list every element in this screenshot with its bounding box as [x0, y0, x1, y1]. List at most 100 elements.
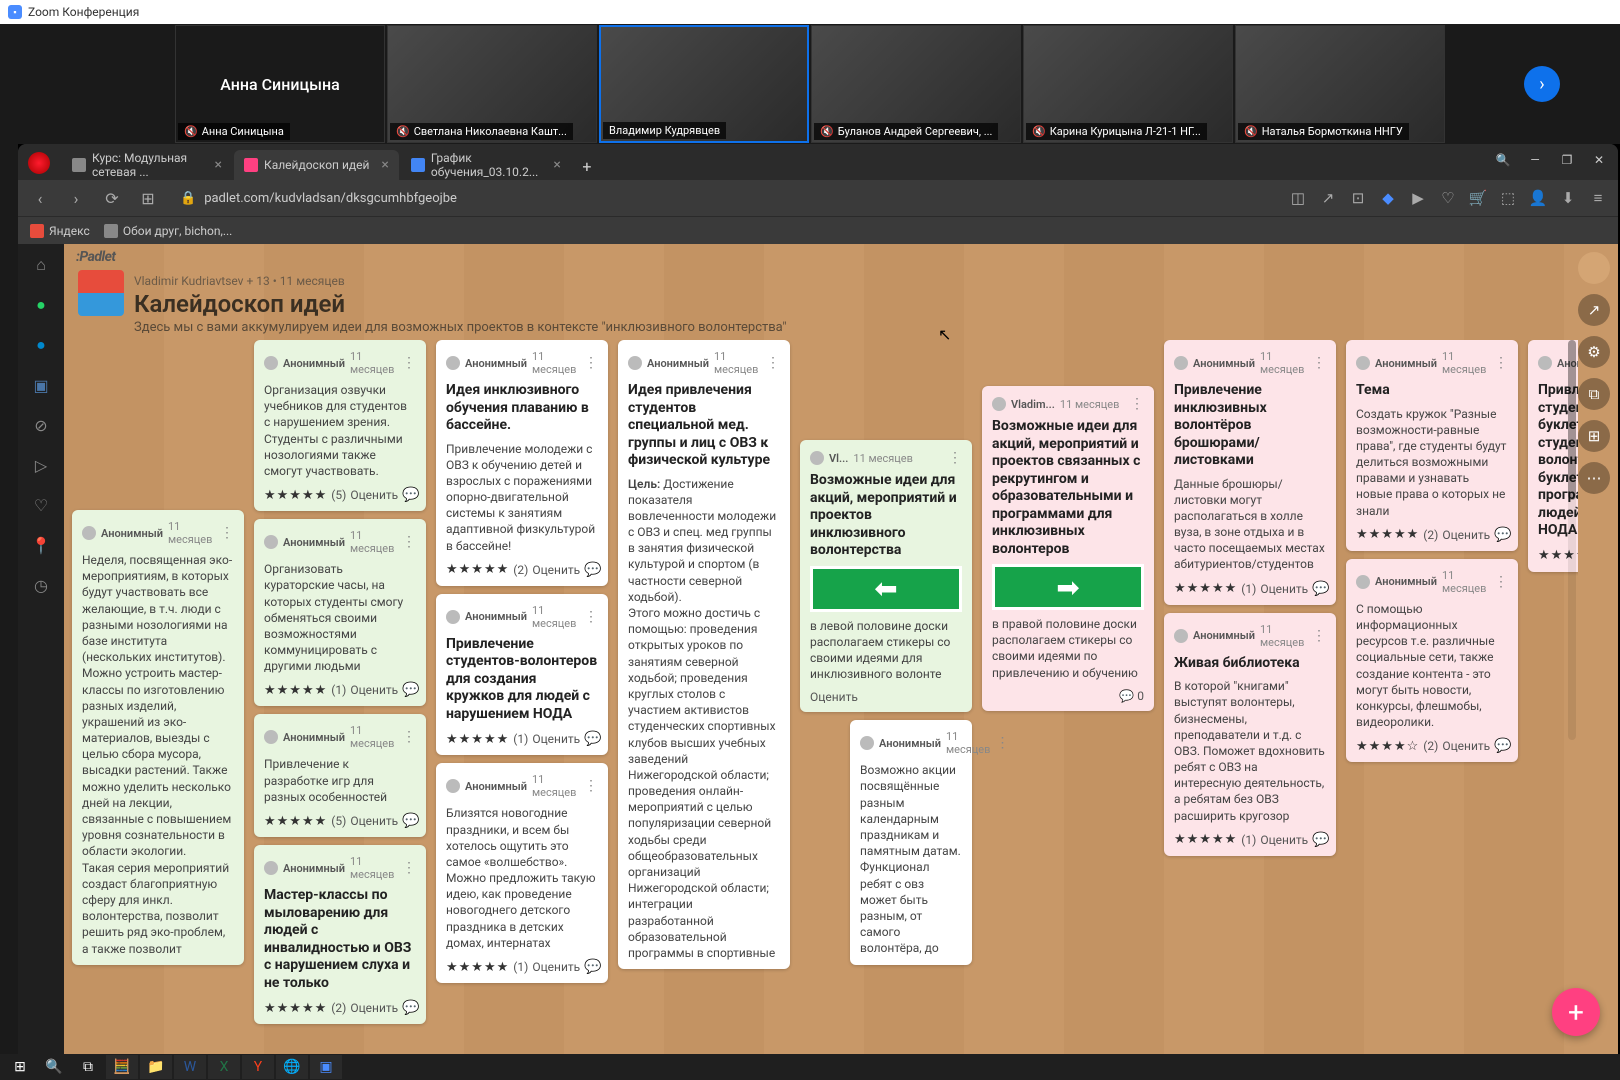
download-icon[interactable]: ⬇: [1558, 189, 1578, 207]
gallery-next-button[interactable]: ›: [1524, 66, 1560, 102]
taskbar-app-explorer[interactable]: 📁: [140, 1055, 172, 1079]
browser-tab[interactable]: График обучения_03.10.2...×: [401, 150, 571, 180]
profile-icon[interactable]: 👤: [1528, 189, 1548, 207]
apps-icon[interactable]: ⊞: [1578, 420, 1610, 452]
comment-icon[interactable]: 💬: [402, 487, 419, 503]
window-close-button[interactable]: ✕: [1584, 148, 1614, 172]
participant-tile[interactable]: 🔇Буланов Андрей Сергеевич, ...: [811, 25, 1021, 143]
card-more-icon[interactable]: ⋮: [1312, 628, 1326, 644]
comment-icon[interactable]: 💬: [584, 959, 601, 975]
taskbar-app-zoom[interactable]: ▣: [310, 1055, 342, 1079]
share-icon[interactable]: ↗: [1318, 189, 1338, 207]
card-rating[interactable]: ★★★★★(2) Оценить💬: [1356, 527, 1508, 543]
card-more-icon[interactable]: ⋮: [1494, 355, 1508, 371]
card-rating[interactable]: ★★★★★(5) Оценить💬: [264, 813, 416, 829]
nav-reload-button[interactable]: ⟳: [100, 186, 124, 210]
participant-tile[interactable]: 🔇Светлана Николаевна Кашт...: [387, 25, 597, 143]
menu-icon[interactable]: ≡: [1588, 189, 1608, 207]
comment-icon[interactable]: 💬: [584, 731, 601, 747]
new-tab-button[interactable]: +: [573, 152, 601, 180]
player-icon[interactable]: ▶: [1408, 189, 1428, 207]
sidebar-vk-icon[interactable]: ▣: [30, 374, 52, 396]
comment-icon[interactable]: 💬: [1494, 527, 1511, 543]
window-search-icon[interactable]: 🔍: [1488, 148, 1518, 172]
window-maximize-button[interactable]: ❐: [1552, 148, 1582, 172]
card-more-icon[interactable]: ⋮: [402, 355, 416, 371]
url-bar[interactable]: 🔒 padlet.com/kudvladsan/dksgcumhbfgeojbe: [172, 191, 1276, 206]
comment-icon[interactable]: 💬: [402, 1000, 419, 1016]
nav-forward-button[interactable]: ›: [64, 186, 88, 210]
sidebar-home-icon[interactable]: ⌂: [30, 254, 52, 276]
card-rating[interactable]: ★★★★★(1) Оценить💬: [1174, 832, 1326, 848]
padlet-board[interactable]: Анонимный 11 месяцев⋮Неделя, посвященная…: [64, 340, 1578, 1054]
padlet-card[interactable]: Vl... 11 месяцев⋮Возможные идеи для акци…: [800, 440, 972, 712]
card-more-icon[interactable]: ⋮: [1130, 396, 1144, 412]
padlet-card[interactable]: Анонимный 11 месяцев⋮Организовать курато…: [254, 519, 426, 706]
cart-icon[interactable]: 🛒: [1468, 189, 1488, 207]
card-rating[interactable]: Оценить: [810, 690, 962, 704]
padlet-logo[interactable]: :Padlet: [76, 249, 116, 265]
bookmark-item[interactable]: Яндекс: [30, 224, 90, 238]
taskbar-app-word[interactable]: W: [174, 1055, 206, 1079]
padlet-card[interactable]: Анонимный 11 месяцев⋮Возможно акции посв…: [850, 720, 972, 964]
sidebar-pin-icon[interactable]: 📍: [30, 534, 52, 556]
taskbar-search-icon[interactable]: 🔍: [38, 1055, 70, 1079]
comment-icon[interactable]: 💬: [402, 813, 419, 829]
card-rating[interactable]: ★★★★★(1) Оценить💬: [264, 682, 416, 698]
card-more-icon[interactable]: ⋮: [402, 860, 416, 876]
sidebar-toggle-icon[interactable]: ◫: [1288, 189, 1308, 207]
padlet-card[interactable]: Анонимный 11 месяцев⋮Неделя, посвященная…: [72, 510, 244, 965]
more-icon[interactable]: ⋯: [1578, 462, 1610, 494]
card-more-icon[interactable]: ⋮: [584, 778, 598, 794]
tab-close-icon[interactable]: ×: [381, 157, 388, 173]
browser-tab[interactable]: Калейдоскоп идей×: [234, 150, 399, 180]
card-rating[interactable]: ★★★★★(1) Оценить💬: [446, 959, 598, 975]
tab-close-icon[interactable]: ×: [553, 157, 560, 173]
card-more-icon[interactable]: ⋮: [995, 735, 1009, 751]
comment-icon[interactable]: 💬: [402, 682, 419, 698]
taskbar-app-misc[interactable]: 🌐: [276, 1055, 308, 1079]
participant-tile[interactable]: 🔇Наталья Бормоткина ННГУ: [1235, 25, 1445, 143]
card-rating[interactable]: ★★★★★(1) Оценить💬: [1174, 581, 1326, 597]
comment-icon[interactable]: 💬: [1312, 581, 1329, 597]
card-more-icon[interactable]: ⋮: [584, 355, 598, 371]
padlet-card[interactable]: Анонимный 11 месяцев⋮С помощью информаци…: [1346, 559, 1518, 763]
sidebar-heart-icon[interactable]: ♡: [30, 494, 52, 516]
bookmark-item[interactable]: Обои друг, bichon,...: [104, 224, 232, 238]
heart-icon[interactable]: ♡: [1438, 189, 1458, 207]
card-more-icon[interactable]: ⋮: [948, 450, 962, 466]
sidebar-history-icon[interactable]: ◷: [30, 574, 52, 596]
comment-icon[interactable]: 💬: [584, 562, 601, 578]
board-scrollbar[interactable]: [1568, 340, 1576, 740]
card-more-icon[interactable]: ⋮: [402, 729, 416, 745]
padlet-card[interactable]: Анонимный 11 месяцев⋮Организация озвучки…: [254, 340, 426, 511]
add-card-fab[interactable]: +: [1552, 988, 1600, 1036]
padlet-card[interactable]: Анонимный 11 месяцев⋮Идея привлечения ст…: [618, 340, 790, 969]
taskbar-app-yandex[interactable]: Y: [242, 1055, 274, 1079]
padlet-card[interactable]: Анонимный 11 месяцев⋮Привлечение к разра…: [254, 714, 426, 837]
card-more-icon[interactable]: ⋮: [1494, 574, 1508, 590]
start-button[interactable]: ⊞: [4, 1055, 36, 1079]
padlet-card[interactable]: Vladim... 11 месяцев⋮Возможные идеи для …: [982, 386, 1154, 711]
vpn-icon[interactable]: ◆: [1378, 189, 1398, 207]
card-rating[interactable]: ★★★★☆(2) Оценить💬: [1356, 738, 1508, 754]
taskbar-app-excel[interactable]: X: [208, 1055, 240, 1079]
card-more-icon[interactable]: ⋮: [402, 534, 416, 550]
sidebar-stop-icon[interactable]: ⊘: [30, 414, 52, 436]
card-rating[interactable]: ★★★★★(5) Оценить💬: [264, 487, 416, 503]
card-more-icon[interactable]: ⋮: [1312, 355, 1326, 371]
sidebar-play-icon[interactable]: ▷: [30, 454, 52, 476]
sidebar-telegram-icon[interactable]: ●: [30, 334, 52, 356]
comment-icon[interactable]: 💬: [1312, 832, 1329, 848]
clone-icon[interactable]: ⧉: [1578, 378, 1610, 410]
padlet-card[interactable]: Анонимный 11 месяцев⋮Близятся новогодние…: [436, 763, 608, 983]
padlet-card[interactable]: Анонимный 11 месяцев⋮Живая библиотекаВ к…: [1164, 613, 1336, 856]
browser-tab[interactable]: Курс: Модульная сетевая ...×: [62, 150, 232, 180]
card-rating[interactable]: ★★★★★(1) Оценить💬: [446, 731, 598, 747]
participant-tile[interactable]: 🔇Карина Курицына Л-21-1 НГ...: [1023, 25, 1233, 143]
nav-back-button[interactable]: ‹: [28, 186, 52, 210]
card-more-icon[interactable]: ⋮: [766, 355, 780, 371]
taskbar-app-calc[interactable]: 🧮: [106, 1055, 138, 1079]
scrollbar-thumb[interactable]: [1568, 340, 1576, 500]
nav-apps-button[interactable]: ⊞: [136, 186, 160, 210]
